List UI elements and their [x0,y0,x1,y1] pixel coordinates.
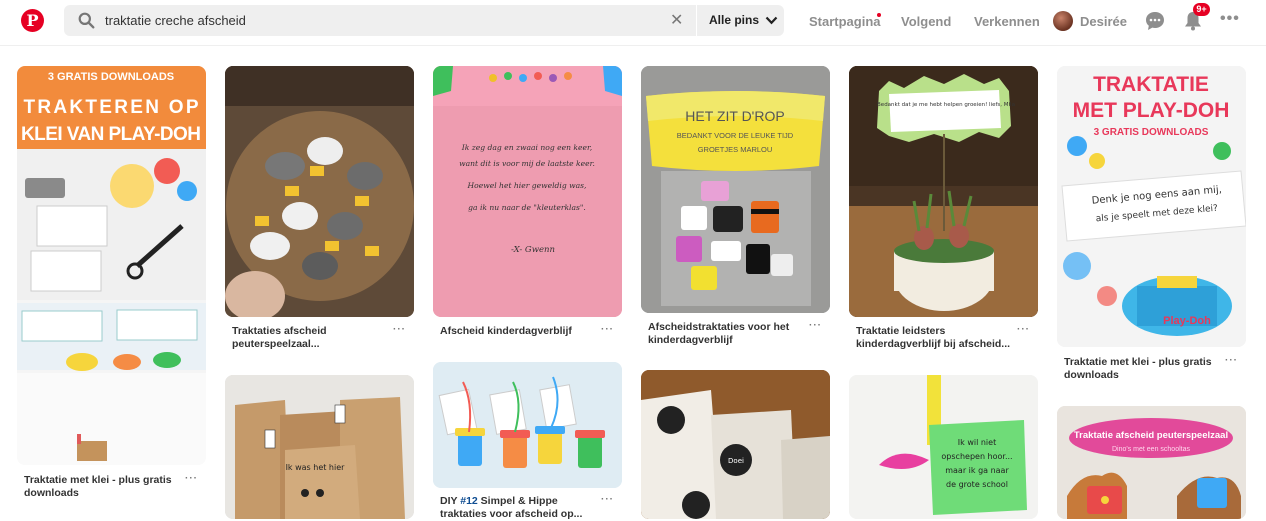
card-line: Ik zeg dag en zwaai nog een keer, [461,143,592,152]
note-text-line2: opschepen hoor... [941,452,1012,461]
search-scope-label: Alle pins [709,13,760,27]
pin-more-icon[interactable]: ··· [393,324,406,335]
banner-sub: Dino's met een schooltas [1112,446,1190,453]
pin-title[interactable]: Afscheid kinderdagverblijf [440,325,600,338]
pin-card[interactable]: Doei [641,370,830,519]
top-bar: P traktatie creche afscheid ✕ Alle pins … [0,0,1266,46]
tag-text: Doei [728,457,744,465]
pin-image[interactable]: Ik wil niet opschepen hoor... maar ik ga… [849,375,1038,519]
pin-title[interactable]: Afscheidstraktaties voor het kinderdagve… [648,321,808,347]
pin-image[interactable]: Doei [641,370,830,519]
nav-following[interactable]: Volgend [901,14,951,29]
banner-top-text: 3 GRATIS DOWNLOADS [48,71,174,83]
title-hashtag[interactable]: #12 [460,495,478,507]
search-bar[interactable]: traktatie creche afscheid ✕ Alle pins [64,5,784,36]
nav-home[interactable]: Startpagina [809,14,881,29]
bag-text: Ik was het hier [286,463,346,472]
pin-more-icon[interactable]: ··· [601,494,614,505]
pin-card[interactable]: DIY #12 Simpel & Hippe traktaties voor a… [433,362,622,521]
pin-more-icon[interactable]: ··· [809,320,822,331]
label-line3: GROETJES MARLOU [698,145,773,154]
pin-more-icon[interactable]: ··· [185,473,198,484]
pinterest-logo-icon[interactable]: P [21,9,44,32]
search-scope-dropdown[interactable]: Alle pins [709,13,778,27]
profile-link[interactable]: Desirée [1080,14,1127,29]
clear-search-icon[interactable]: ✕ [670,10,683,30]
pin-image[interactable] [225,66,414,317]
pin-card[interactable]: Ik wil niet opschepen hoor... maar ik ga… [849,375,1038,519]
banner-main-line1: TRAKTEREN OP [24,97,199,118]
pin-title[interactable]: DIY #12 Simpel & Hippe traktaties voor a… [440,495,600,521]
note-text-line4: de grote school [946,480,1008,489]
chat-icon[interactable] [1144,10,1166,32]
pin-more-icon[interactable]: ··· [1225,355,1238,366]
card-line: ga ik nu naar de "kleuterklas". [468,203,586,212]
note-text-line3: maar ik ga naar [945,466,1009,475]
pin-title[interactable]: Traktatie leidsters kinderdagverblijf bi… [856,325,1016,351]
banner-title: Traktatie afscheid peuterspeelzaal [1074,430,1228,441]
chevron-down-icon [765,16,778,24]
avatar[interactable] [1053,11,1073,31]
card-line: want dit is voor mij de laatste keer. [459,159,595,168]
label-line2: BEDANKT VOOR DE LEUKE TIJD [677,131,794,140]
pin-card[interactable]: TRAKTATIE MET PLAY-DOH 3 GRATIS DOWNLOAD… [1057,66,1246,386]
pin-card[interactable]: Ik was het hier [225,375,414,519]
pin-card[interactable]: Ik zeg dag en zwaai nog een keer, want d… [433,66,622,356]
banner-line1: TRAKTATIE [1093,73,1209,96]
pin-image[interactable]: 3 GRATIS DOWNLOADS TRAKTEREN OP KLEI VAN… [17,66,206,465]
notification-badge: 9+ [1193,3,1210,16]
pin-card[interactable]: Traktatie afscheid peuterspeelzaal Dino'… [1057,406,1246,519]
pin-card[interactable]: Bedankt dat je me hebt helpen groeien! l… [849,66,1038,356]
pin-image[interactable]: Traktatie afscheid peuterspeelzaal Dino'… [1057,406,1246,519]
pin-card[interactable]: HET ZIT D'ROP BEDANKT VOOR DE LEUKE TIJD… [641,66,830,356]
pin-title[interactable]: Traktatie met klei - plus gratis downloa… [1064,356,1224,382]
home-notification-dot [877,13,881,17]
pin-more-icon[interactable]: ··· [601,324,614,335]
more-options-icon[interactable]: ••• [1220,10,1240,28]
pin-card[interactable]: Traktaties afscheid peuterspeelzaal... ·… [225,66,414,356]
pin-image[interactable]: Bedankt dat je me hebt helpen groeien! l… [849,66,1038,317]
nav-explore[interactable]: Verkennen [974,14,1040,29]
banner-main-line2: KLEI VAN PLAY-DOH [21,124,201,145]
banner-sub: 3 GRATIS DOWNLOADS [1094,127,1209,138]
search-divider [696,5,697,36]
pin-more-icon[interactable]: ··· [1017,324,1030,335]
card-text: Bedankt dat je me hebt helpen groeien! l… [877,102,1015,108]
pin-title[interactable]: Traktatie met klei - plus gratis downloa… [24,474,184,500]
pin-card[interactable]: 3 GRATIS DOWNLOADS TRAKTEREN OP KLEI VAN… [17,66,206,506]
pin-image[interactable]: Ik zeg dag en zwaai nog een keer, want d… [433,66,622,317]
label-line1: HET ZIT D'ROP [685,108,784,124]
card-signature: -X- Gwenn [511,245,555,255]
title-prefix: DIY [440,495,461,507]
search-input[interactable]: traktatie creche afscheid [105,13,246,28]
card-line: Hoewel het hier geweldig was, [467,181,587,190]
pin-title[interactable]: Traktaties afscheid peuterspeelzaal... [232,325,392,351]
search-icon [78,12,95,29]
pin-image[interactable]: HET ZIT D'ROP BEDANKT VOOR DE LEUKE TIJD… [641,66,830,313]
pin-image[interactable] [433,362,622,488]
pin-image[interactable]: Ik was het hier [225,375,414,519]
note-text-line1: Ik wil niet [958,438,996,447]
banner-line2: MET PLAY-DOH [1073,99,1230,122]
pin-image[interactable]: TRAKTATIE MET PLAY-DOH 3 GRATIS DOWNLOAD… [1057,66,1246,347]
play-doh-logo: Play-Doh [1163,315,1211,327]
